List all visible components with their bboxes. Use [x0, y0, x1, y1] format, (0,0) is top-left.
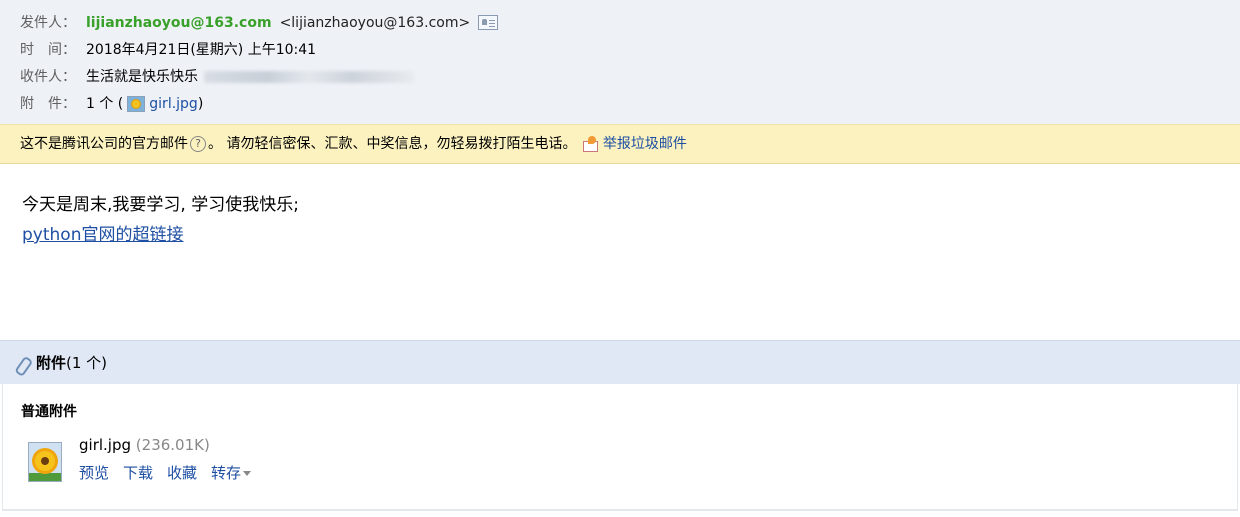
body-text: 今天是周末,我要学习, 学习使我快乐;	[22, 195, 299, 215]
time-row: 时 间： 2018年4月21日(星期六) 上午10:41	[20, 36, 1240, 63]
preview-link[interactable]: 预览	[79, 464, 109, 482]
attachment-filename[interactable]: girl.jpg	[79, 436, 131, 454]
report-spam-icon[interactable]	[581, 136, 599, 152]
save-to-link[interactable]: 转存	[211, 464, 241, 482]
attachment-label: 附 件：	[20, 95, 76, 112]
attachment-actions: 预览 下载 收藏 转存	[79, 462, 252, 483]
file-icon-center	[41, 457, 49, 465]
attachment-filesize: (236.01K)	[135, 436, 210, 454]
mail-body: 今天是周末,我要学习, 学习使我快乐; python官网的超链接	[22, 190, 299, 250]
warning-text-2: 。 请勿轻信密保、汇款、中奖信息，勿轻易拨打陌生电话。	[208, 136, 577, 152]
attachments-title: 附件	[36, 354, 67, 372]
recipient-name[interactable]: 生活就是快乐快乐	[86, 64, 198, 90]
to-label: 收件人：	[20, 68, 76, 85]
mail-header: 发件人： lijianzhaoyou@163.com <lijianzhaoyo…	[0, 0, 1240, 124]
attachments-count: (1 个)	[66, 354, 108, 372]
image-file-icon[interactable]	[28, 442, 62, 482]
chevron-down-icon[interactable]	[243, 471, 252, 476]
security-warning: 这不是腾讯公司的官方邮件?。 请勿轻信密保、汇款、中奖信息，勿轻易拨打陌生电话。…	[0, 124, 1240, 164]
report-spam-link[interactable]: 举报垃圾邮件	[603, 136, 687, 152]
warning-text-1: 这不是腾讯公司的官方邮件	[20, 136, 188, 152]
file-icon-ground	[29, 473, 61, 481]
time-value: 2018年4月21日(星期六) 上午10:41	[86, 41, 317, 58]
image-thumbnail-icon	[127, 95, 146, 112]
help-icon[interactable]: ?	[190, 136, 206, 152]
attachment-section-title: 普通附件	[21, 404, 77, 420]
download-link[interactable]: 下载	[123, 464, 153, 482]
from-row: 发件人： lijianzhaoyou@163.com <lijianzhaoyo…	[20, 9, 1240, 36]
attachments-panel: 普通附件 girl.jpg (236.01K) 预览 下载 收藏 转存	[2, 384, 1238, 511]
attachment-link[interactable]: girl.jpg	[149, 91, 198, 117]
contact-card-icon[interactable]	[478, 15, 499, 30]
paperclip-icon	[12, 352, 34, 375]
to-row: 收件人： 生活就是快乐快乐	[20, 63, 1240, 90]
attachments-bar: 附件(1 个)	[0, 340, 1240, 384]
attachment-file: girl.jpg (236.01K)	[79, 436, 210, 454]
attachment-count: 1 个 (	[86, 95, 124, 112]
favorite-link[interactable]: 收藏	[167, 464, 197, 482]
sender-address: <lijianzhaoyou@163.com>	[279, 14, 471, 31]
attachment-suffix: )	[197, 95, 204, 112]
body-hyperlink[interactable]: python官网的超链接	[22, 220, 299, 250]
time-label: 时 间：	[20, 41, 76, 58]
sender-name[interactable]: lijianzhaoyou@163.com	[86, 10, 272, 36]
from-label: 发件人：	[20, 14, 76, 31]
redacted-recipient-address	[204, 70, 414, 83]
attachment-row: 附 件： 1 个 ( girl.jpg )	[20, 90, 1240, 117]
